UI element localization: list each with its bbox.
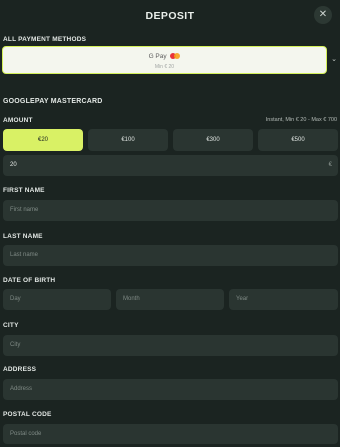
amount-option-300[interactable]: €300: [173, 129, 253, 151]
address-field[interactable]: Address: [3, 379, 338, 400]
dob-year-field[interactable]: Year: [229, 289, 338, 310]
header: DEPOSIT ✕: [0, 0, 340, 30]
address-label: ADDRESS: [3, 366, 37, 373]
chevron-down-icon[interactable]: ⌄: [331, 55, 337, 63]
postal-code-field[interactable]: Postal code: [3, 424, 338, 444]
dob-label: DATE OF BIRTH: [3, 277, 56, 284]
close-icon: ✕: [318, 9, 328, 20]
city-field[interactable]: City: [3, 335, 338, 356]
page-title: DEPOSIT: [145, 10, 195, 22]
mastercard-icon: [170, 53, 181, 60]
payment-method-select[interactable]: G Pay Min € 20: [2, 46, 327, 74]
amount-hint: Instant, Min € 20 - Max € 700: [265, 117, 337, 123]
amount-option-100[interactable]: €100: [88, 129, 168, 151]
payment-methods-label: ALL PAYMENT METHODS: [3, 36, 87, 43]
currency-symbol: €: [328, 162, 332, 168]
amount-label: AMOUNT: [3, 117, 33, 124]
amount-option-20[interactable]: €20: [3, 129, 83, 151]
first-name-label: FIRST NAME: [3, 187, 45, 194]
first-name-field[interactable]: First name: [3, 200, 338, 221]
dob-month-field[interactable]: Month: [116, 289, 224, 310]
last-name-label: LAST NAME: [3, 233, 43, 240]
gpay-logo: G Pay: [3, 53, 326, 60]
dob-day-field[interactable]: Day: [3, 289, 111, 310]
method-min-text: Min € 20: [154, 64, 175, 70]
postal-code-label: POSTAL CODE: [3, 411, 52, 418]
method-name: GOOGLEPAY MASTERCARD: [3, 98, 103, 105]
last-name-field[interactable]: Last name: [3, 245, 338, 266]
amount-option-500[interactable]: €500: [258, 129, 338, 151]
amount-input[interactable]: 20 €: [3, 155, 338, 176]
city-label: CITY: [3, 322, 19, 329]
close-button[interactable]: ✕: [314, 6, 332, 24]
